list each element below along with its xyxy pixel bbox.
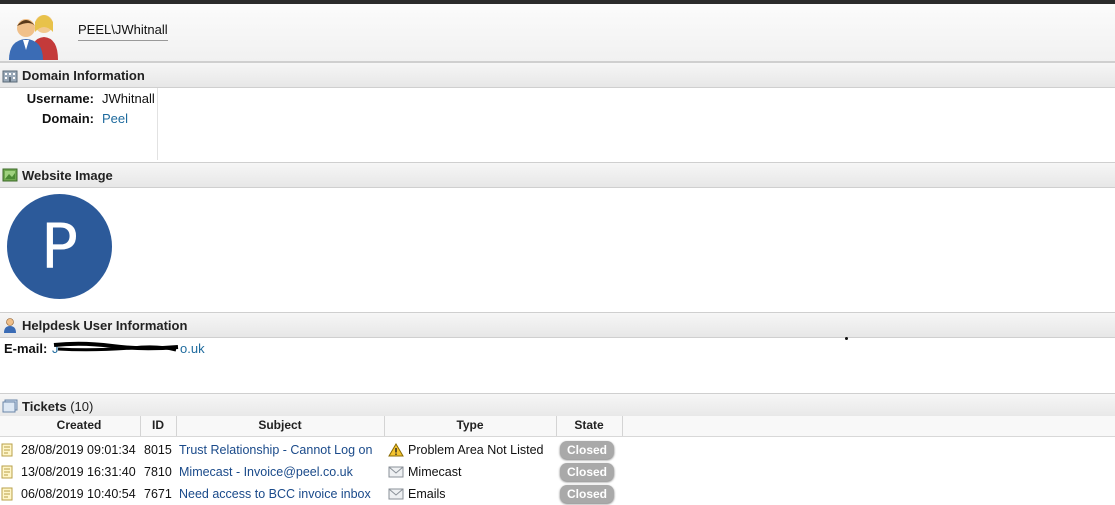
col-subject[interactable]: Subject [176,418,384,432]
tickets-icon [2,399,18,413]
email-label: E-mail: [4,341,48,356]
user-icon [4,318,16,333]
column-divider [157,88,158,160]
website-image-title: Website Image [22,168,113,183]
page-header: PEEL\JWhitnall [0,4,1115,62]
ticket-icon [1,465,13,479]
page-title: PEEL\JWhitnall [78,22,168,41]
username-value: JWhitnall [102,91,155,106]
table-row[interactable]: 06/08/2019 10:40:54 7671 Need access to … [0,483,1115,505]
domain-label: Domain: [42,111,94,126]
col-created[interactable]: Created [18,418,140,432]
tickets-table-header: Created ID Subject Type State [0,416,1115,437]
domain-value[interactable]: Peel [102,111,128,126]
status-badge: Closed [560,463,614,481]
ticket-icon [1,443,13,457]
envelope-icon [388,466,404,478]
helpdesk-info-header[interactable]: Helpdesk User Information [0,312,1115,338]
table-row[interactable]: 28/08/2019 09:01:34 8015 Trust Relations… [0,439,1115,461]
warning-icon [388,443,404,457]
ticket-id: 7810 [144,465,172,479]
domain-info-title: Domain Information [22,68,145,83]
building-icon [2,70,18,83]
image-icon [2,168,18,182]
helpdesk-info-title: Helpdesk User Information [22,318,188,333]
ticket-created: 28/08/2019 09:01:34 [21,443,136,457]
users-icon [9,15,58,60]
tickets-count: (10) [70,399,94,414]
col-type[interactable]: Type [384,418,556,432]
username-label: Username: [26,91,94,106]
status-badge: Closed [560,441,614,459]
ticket-id: 8015 [144,443,172,457]
website-avatar: P [7,194,112,299]
ticket-subject-link[interactable]: Trust Relationship - Cannot Log on [179,443,372,457]
domain-info-header[interactable]: Domain Information [0,62,1115,88]
col-state[interactable]: State [556,418,622,432]
ticket-type: Problem Area Not Listed [408,443,544,457]
ticket-type: Mimecast [408,465,462,479]
col-id[interactable]: ID [140,418,176,432]
email-value-end[interactable]: o.uk [180,341,205,356]
tickets-title: Tickets (10) [22,399,94,414]
stray-dot [845,337,848,340]
status-badge: Closed [560,485,614,503]
table-row[interactable]: 13/08/2019 16:31:40 7810 Mimecast - Invo… [0,461,1115,483]
redaction-mark [53,341,179,352]
website-image-header[interactable]: Website Image [0,162,1115,188]
ticket-created: 13/08/2019 16:31:40 [21,465,136,479]
ticket-subject-link[interactable]: Mimecast - Invoice@peel.co.uk [179,465,353,479]
